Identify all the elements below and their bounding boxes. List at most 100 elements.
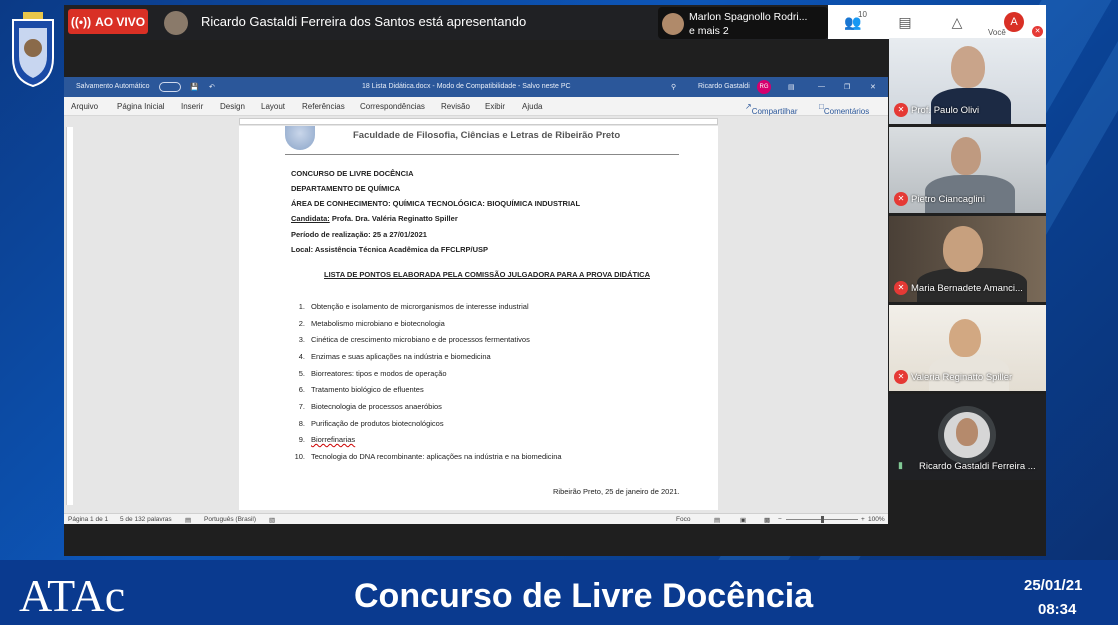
mic-off-icon: ✕ <box>894 370 908 384</box>
list-title: LISTA DE PONTOS ELABORADA PELA COMISSÃO … <box>324 270 650 279</box>
web-layout-icon[interactable]: ▩ <box>764 516 770 524</box>
autosave-toggle[interactable] <box>159 82 181 92</box>
document-title: 18 Lista Didática.docx - Modo de Compati… <box>362 83 571 90</box>
list-text: Metabolismo microbiano e biotecnologia <box>311 319 445 328</box>
word-menu: Arquivo Página Inicial Inserir Design La… <box>64 97 888 116</box>
zoom-out-icon[interactable]: − <box>778 516 782 523</box>
participant-name: Pietro Ciancaglini <box>911 194 985 205</box>
presenter-status: Ricardo Gastaldi Ferreira dos Santos est… <box>201 14 527 29</box>
zoom-level[interactable]: 100% <box>868 516 885 523</box>
save-icon[interactable]: 💾 <box>190 83 199 91</box>
meet-topbar: ((•)) AO VIVO Ricardo Gastaldi Ferreira … <box>64 5 1046 40</box>
accessibility-icon[interactable]: ▧ <box>269 516 275 524</box>
list-text: Cinética de crescimento microbiano e de … <box>311 335 530 344</box>
read-mode-icon[interactable]: ▤ <box>714 516 720 524</box>
menu-arquivo[interactable]: Arquivo <box>71 102 98 111</box>
word-statusbar: Página 1 de 1 5 de 132 palavras ▤ Portug… <box>64 513 888 524</box>
atac-logo: ATAc <box>19 570 126 621</box>
search-icon[interactable]: ⚲ <box>671 83 676 91</box>
meet-controls: 👥 10 ▤ △ A Você ✕ <box>828 5 1046 39</box>
participant-tile[interactable]: ✕ Pietro Ciancaglini <box>889 127 1046 213</box>
focus-mode[interactable]: Foco <box>676 516 690 523</box>
word-window: Salvamento Automático 💾 ↶ 18 Lista Didát… <box>64 77 888 524</box>
menu-design[interactable]: Design <box>220 102 245 111</box>
broadcast-icon: ((•)) <box>70 14 92 29</box>
undo-icon[interactable]: ↶ <box>209 83 215 91</box>
participant-name: Ricardo Gastaldi Ferreira ... <box>919 461 1036 472</box>
participant-tile[interactable]: ✕ Prof. Paulo Olivi <box>889 38 1046 124</box>
menu-referencias[interactable]: Referências <box>302 102 345 111</box>
list-text: Biotecnologia de processos anaeróbios <box>311 402 442 411</box>
share-label: Compartilhar <box>751 107 798 116</box>
meet-stage: ((•)) AO VIVO Ricardo Gastaldi Ferreira … <box>64 5 1046 556</box>
list-text: Obtenção e isolamento de microrganismos … <box>311 302 529 311</box>
activities-icon[interactable]: △ <box>948 13 966 31</box>
participant-name: Maria Bernadete Amanci... <box>911 283 1023 294</box>
print-layout-icon[interactable]: ▣ <box>740 516 746 524</box>
list-text: Biorreatores: tipos e modos de operação <box>311 369 447 378</box>
others-presenting[interactable]: Marlon Spagnollo Rodri... e mais 2 <box>658 7 828 39</box>
page-count[interactable]: Página 1 de 1 <box>68 516 108 523</box>
presenter-avatar <box>164 11 188 35</box>
candidate-label: Candidata: <box>291 214 330 223</box>
others-more: e mais 2 <box>689 25 729 37</box>
horizontal-ruler[interactable] <box>239 118 718 125</box>
list-text: Purificação de produtos biotecnológicos <box>311 419 444 428</box>
list-number: 10. <box>294 452 305 461</box>
list-number: 9. <box>298 435 305 444</box>
word-titlebar: Salvamento Automático 💾 ↶ 18 Lista Didát… <box>64 77 888 97</box>
word-user-avatar[interactable]: RG <box>757 80 771 94</box>
document-header: Faculdade de Filosofia, Ciências e Letra… <box>353 130 621 141</box>
participant-tile[interactable]: ✕ Valeria Reginatto Spiller <box>889 305 1046 391</box>
menu-revisao[interactable]: Revisão <box>441 102 470 111</box>
minimize-icon[interactable]: — <box>818 83 825 90</box>
participant-tile[interactable]: ▮ Ricardo Gastaldi Ferreira ... <box>889 394 1046 480</box>
menu-correspondencias[interactable]: Correspondências <box>360 102 425 111</box>
share-button[interactable]: ↗ Compartilhar <box>745 102 798 116</box>
comments-button[interactable]: □ Comentários <box>819 102 869 116</box>
participant-name: Valeria Reginatto Spiller <box>911 372 1013 383</box>
zoom-in-icon[interactable]: + <box>861 516 865 523</box>
user-avatar[interactable]: A <box>1004 12 1024 32</box>
person-face <box>951 46 985 88</box>
list-number: 6. <box>298 385 305 394</box>
person-face <box>956 418 978 446</box>
close-icon[interactable]: ✕ <box>870 83 876 91</box>
menu-ajuda[interactable]: Ajuda <box>522 102 542 111</box>
participant-tiles: ✕ Prof. Paulo Olivi ✕ Pietro Ciancaglini… <box>889 38 1046 490</box>
university-crest-icon <box>12 12 54 88</box>
mic-off-icon: ✕ <box>894 281 908 295</box>
participant-tile[interactable]: ✕ Maria Bernadete Amanci... <box>889 216 1046 302</box>
restore-icon[interactable]: ❐ <box>844 83 850 91</box>
menu-exibir[interactable]: Exibir <box>485 102 505 111</box>
language[interactable]: Português (Brasil) <box>204 516 256 523</box>
ribbon-display-icon[interactable]: ▤ <box>788 83 795 91</box>
menu-pagina-inicial[interactable]: Página Inicial <box>117 102 165 111</box>
doc-line: Período de realização: 25 a 27/01/2021 <box>291 230 427 239</box>
menu-inserir[interactable]: Inserir <box>181 102 203 111</box>
list-text: Biorrefinarias <box>311 435 356 444</box>
vertical-ruler[interactable] <box>66 127 73 505</box>
person-face <box>943 226 983 272</box>
you-label: Você <box>988 28 1006 37</box>
chat-icon[interactable]: ▤ <box>896 13 914 31</box>
speaking-icon: ▮ <box>898 460 903 470</box>
live-label: AO VIVO <box>95 14 146 29</box>
menu-layout[interactable]: Layout <box>261 102 285 111</box>
zoom-slider-handle[interactable] <box>821 516 824 523</box>
doc-line: DEPARTAMENTO DE QUÍMICA <box>291 184 401 193</box>
autosave-label: Salvamento Automático <box>76 83 150 90</box>
list-number: 3. <box>298 335 305 344</box>
mic-off-icon: ✕ <box>894 103 908 117</box>
document-page[interactable]: Faculdade de Filosofia, Ciências e Letra… <box>239 126 718 510</box>
divider <box>285 154 679 155</box>
comments-label: Comentários <box>823 107 870 116</box>
banner-time: 08:34 <box>1038 601 1077 618</box>
word-count[interactable]: 5 de 132 palavras <box>120 516 172 523</box>
proofing-icon[interactable]: ▤ <box>185 516 191 524</box>
person-face <box>951 137 981 175</box>
mic-off-icon: ✕ <box>894 192 908 206</box>
avatar <box>944 412 990 458</box>
university-logo-icon <box>285 126 315 150</box>
doc-line: ÁREA DE CONHECIMENTO: QUÍMICA TECNOLÓGIC… <box>291 199 581 208</box>
